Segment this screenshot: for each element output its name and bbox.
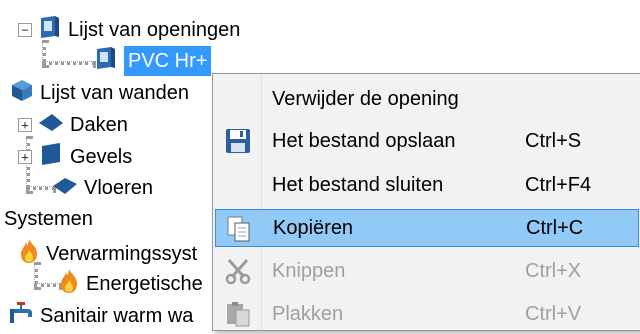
facade-icon bbox=[38, 142, 64, 172]
paste-icon bbox=[224, 300, 252, 328]
menu-item-label: Plakken bbox=[272, 302, 344, 325]
menu-item-shortcut: Ctrl+S bbox=[525, 129, 582, 152]
save-icon bbox=[224, 127, 252, 155]
tree-item-sanitary[interactable]: Sanitair warm wa bbox=[8, 301, 193, 331]
menu-item-label: Knippen bbox=[272, 259, 346, 282]
copy-icon bbox=[225, 215, 253, 243]
tree-item-facades[interactable]: + Gevels bbox=[18, 142, 132, 172]
scissors-icon bbox=[224, 257, 252, 285]
cube-icon bbox=[10, 78, 34, 108]
menu-item-shortcut: Ctrl+C bbox=[526, 216, 584, 239]
tree-item-label: Energetische bbox=[86, 273, 203, 295]
tree-item-pvc-hr[interactable]: PVC Hr+ bbox=[94, 46, 212, 76]
menu-item-shortcut: Ctrl+X bbox=[525, 259, 582, 282]
tree-item-label: Vloeren bbox=[84, 177, 153, 199]
menu-item-close-file[interactable]: Het bestand sluiten Ctrl+F4 bbox=[215, 166, 639, 204]
opening-list-icon bbox=[38, 15, 62, 45]
menu-item-label: Kopiëren bbox=[273, 216, 354, 239]
tree-item-openings-list[interactable]: − Lijst van openingen bbox=[18, 15, 240, 45]
tree-item-label: Gevels bbox=[70, 146, 133, 168]
menu-item-shortcut: Ctrl+F4 bbox=[525, 173, 592, 196]
tree-item-label-selected: PVC Hr+ bbox=[124, 46, 212, 76]
tree-item-label: Verwarmingssyst bbox=[46, 243, 198, 265]
floor-icon bbox=[52, 174, 78, 202]
tree-item-walls-list[interactable]: Lijst van wanden bbox=[10, 78, 189, 108]
menu-item-label: Verwijder de opening bbox=[272, 87, 459, 110]
tree-item-floors[interactable]: Vloeren bbox=[52, 173, 153, 203]
menu-item-cut[interactable]: Knippen Ctrl+X bbox=[215, 252, 639, 290]
tree-item-label: Lijst van openingen bbox=[68, 19, 241, 41]
tree-item-heating-systems[interactable]: Verwarmingssyst bbox=[18, 239, 197, 269]
expand-icon[interactable]: + bbox=[18, 150, 32, 164]
tree-connector bbox=[42, 61, 96, 65]
menu-item-label: Het bestand opslaan bbox=[272, 129, 456, 152]
menu-item-paste[interactable]: Plakken Ctrl+V bbox=[215, 295, 639, 333]
roof-icon bbox=[38, 111, 64, 139]
menu-item-label: Het bestand sluiten bbox=[272, 173, 444, 196]
menu-item-save-file[interactable]: Het bestand opslaan Ctrl+S bbox=[215, 122, 639, 160]
tree-item-label: Sanitair warm wa bbox=[40, 305, 194, 327]
tree-item-label: Daken bbox=[70, 114, 128, 136]
faucet-icon bbox=[8, 301, 34, 331]
opening-icon bbox=[94, 46, 118, 76]
section-header-label: Systemen bbox=[4, 208, 93, 230]
tree-item-label: Lijst van wanden bbox=[40, 82, 189, 104]
collapse-icon[interactable]: − bbox=[18, 23, 32, 37]
section-header-systems: Systemen bbox=[4, 204, 93, 234]
flame-icon bbox=[18, 238, 40, 270]
context-menu: Verwijder de opening Het bestand opslaan… bbox=[212, 73, 640, 331]
expand-icon[interactable]: + bbox=[18, 118, 32, 132]
menu-item-copy[interactable]: Kopiëren Ctrl+C bbox=[215, 209, 639, 247]
menu-item-shortcut: Ctrl+V bbox=[525, 302, 582, 325]
tree-item-energetic[interactable]: Energetische bbox=[58, 269, 203, 299]
flame-icon bbox=[58, 268, 80, 300]
tree-item-roofs[interactable]: + Daken bbox=[18, 110, 128, 140]
menu-item-delete-opening[interactable]: Verwijder de opening bbox=[215, 80, 639, 118]
